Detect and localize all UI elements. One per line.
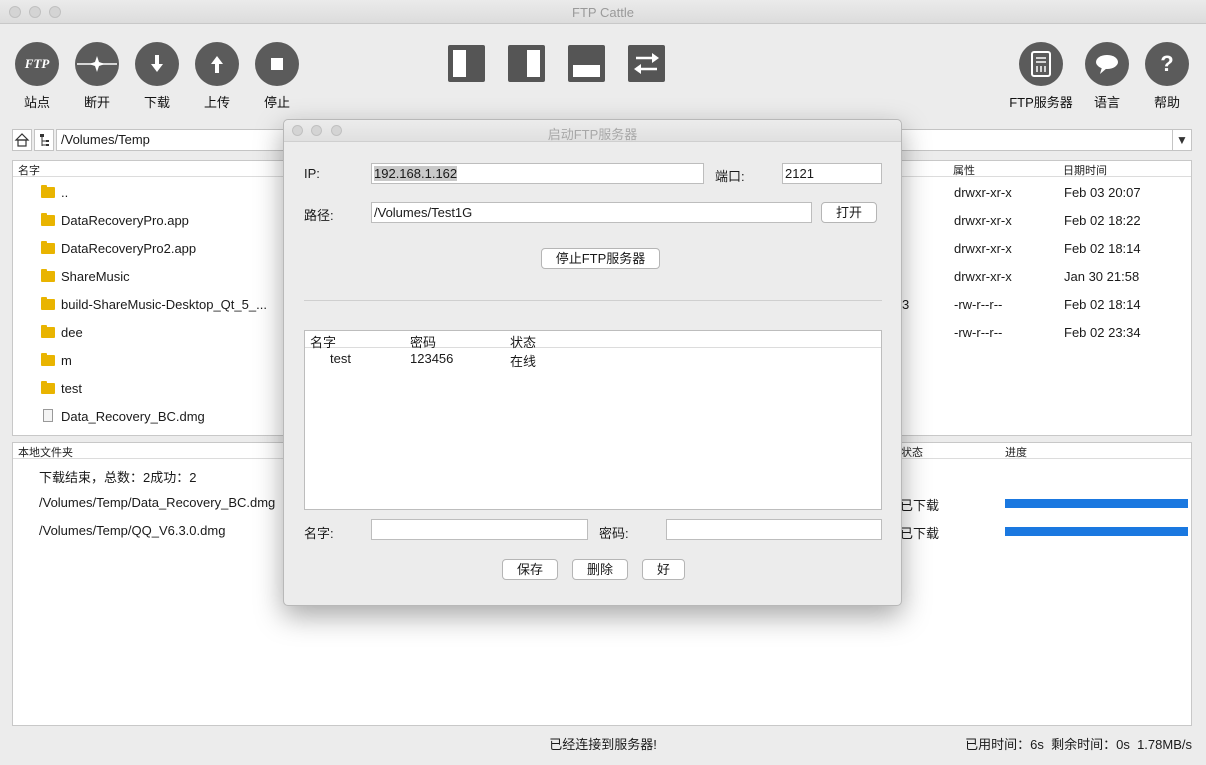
user-password: 123456 (410, 351, 454, 366)
user-row[interactable]: test 123456 在线 (305, 349, 881, 369)
window-title: FTP Cattle (572, 5, 634, 20)
users-table-header: 名字 密码 状态 (305, 331, 881, 350)
file-attr: drwxr-xr-x (954, 213, 1012, 228)
ftp-server-dialog: 启动FTP服务器 IP: 192.168.1.162 端口: 2121 路径: … (283, 119, 902, 606)
delete-button[interactable]: 删除 (572, 559, 628, 580)
transfer-status: 已下载 (900, 498, 940, 513)
file-attr: drwxr-xr-x (954, 185, 1012, 200)
layout-right-panel-icon[interactable] (508, 45, 545, 82)
file-date: Jan 30 21:58 (1064, 269, 1140, 284)
user-password-field[interactable] (666, 519, 882, 540)
title-bar: FTP Cattle (0, 0, 1206, 24)
file-date: Feb 02 18:22 (1064, 213, 1141, 228)
open-button[interactable]: 打开 (821, 202, 877, 223)
dialog-title-bar: 启动FTP服务器 (284, 120, 901, 142)
file-name: .. (61, 185, 69, 200)
help-label: 帮助 (1153, 95, 1180, 110)
stop-ftp-server-button[interactable]: 停止FTP服务器 (541, 248, 660, 269)
transfer-summary: 下载结束，总数：2成功：2 (39, 470, 197, 485)
user-name: test (330, 351, 351, 366)
path-label: 路径: (304, 208, 334, 223)
port-field[interactable]: 2121 (782, 163, 882, 184)
ftp-site-icon: FTP (15, 42, 59, 86)
ftp-server-button[interactable]: FTP服务器 (1009, 42, 1073, 110)
ip-value: 192.168.1.162 (374, 166, 458, 181)
ok-button[interactable]: 好 (642, 559, 685, 580)
file-date: Feb 03 20:07 (1064, 185, 1141, 200)
port-label: 端口: (715, 169, 745, 184)
disk-image-file-icon (43, 409, 53, 422)
home-icon[interactable] (12, 129, 32, 151)
save-button[interactable]: 保存 (502, 559, 558, 580)
divider (304, 300, 882, 301)
arrow-up-icon (195, 42, 239, 86)
users-table: 名字 密码 状态 test 123456 在线 (304, 330, 882, 510)
file-name: DataRecoveryPro2.app (61, 241, 197, 256)
folder-icon (41, 185, 55, 198)
swap-arrows-icon[interactable] (628, 45, 665, 82)
arrow-down-icon (135, 42, 179, 86)
layout-left-panel-icon[interactable] (448, 45, 485, 82)
file-attr: drwxr-xr-x (954, 241, 1012, 256)
disconnect-button[interactable]: 断开 (74, 42, 120, 110)
download-button[interactable]: 下载 (134, 42, 180, 110)
server-icon (1019, 42, 1063, 86)
stop-button[interactable]: 停止 (254, 42, 300, 110)
ip-field[interactable]: 192.168.1.162 (371, 163, 704, 184)
file-attr: drwxr-xr-x (954, 269, 1012, 284)
stop-label: 停止 (263, 95, 290, 110)
header-name[interactable]: 名字 (18, 162, 40, 178)
file-attr: -rw-r--r-- (954, 325, 1003, 340)
folder-icon (41, 213, 55, 226)
file-name: Data_Recovery_BC.dmg (61, 409, 205, 424)
password-label: 密码: (599, 526, 629, 541)
folder-icon (41, 381, 55, 394)
file-name: ShareMusic (61, 269, 130, 284)
header-local-folder[interactable]: 本地文件夹 (18, 444, 73, 460)
ip-label: IP: (304, 166, 320, 181)
file-attr: -rw-r--r-- (954, 297, 1003, 312)
user-status: 在线 (510, 354, 537, 369)
folder-icon (41, 297, 55, 310)
file-name: m (61, 353, 72, 368)
file-date: Feb 02 18:14 (1064, 241, 1141, 256)
folder-icon (41, 325, 55, 338)
language-button[interactable]: 语言 (1084, 42, 1130, 110)
header-datetime[interactable]: 日期时间 (1063, 162, 1107, 178)
layout-bottom-panel-icon[interactable] (568, 45, 605, 82)
speech-bubble-icon (1085, 42, 1129, 86)
progress-bar (1005, 527, 1188, 536)
disconnect-icon (75, 42, 119, 86)
user-name-field[interactable] (371, 519, 588, 540)
help-button[interactable]: ? 帮助 (1144, 42, 1190, 110)
stop-icon (255, 42, 299, 86)
file-name: build-ShareMusic-Desktop_Qt_5_... (61, 297, 267, 312)
file-name: dee (61, 325, 83, 340)
transfer-path: /Volumes/Temp/QQ_V6.3.0.dmg (39, 523, 226, 538)
tree-icon[interactable] (34, 129, 54, 151)
file-date: Feb 02 18:14 (1064, 297, 1141, 312)
dialog-title: 启动FTP服务器 (547, 127, 638, 142)
name-label: 名字: (304, 526, 334, 541)
site-button[interactable]: FTP 站点 (14, 42, 60, 110)
path-dropdown-arrow-icon[interactable]: ▼ (1172, 129, 1192, 151)
transfer-path: /Volumes/Temp/Data_Recovery_BC.dmg (39, 495, 276, 510)
question-mark-icon: ? (1145, 42, 1189, 86)
file-name: DataRecoveryPro.app (61, 213, 189, 228)
file-name: test (61, 381, 82, 396)
upload-button[interactable]: 上传 (194, 42, 240, 110)
server-path-field[interactable]: /Volumes/Test1G (371, 202, 812, 223)
folder-icon (41, 353, 55, 366)
header-progress[interactable]: 进度 (1005, 444, 1027, 460)
transfer-status: 已下载 (900, 526, 940, 541)
folder-icon (41, 269, 55, 282)
progress-bar (1005, 499, 1188, 508)
header-attr[interactable]: 属性 (953, 162, 975, 178)
folder-icon (41, 241, 55, 254)
header-status[interactable]: 状态 (901, 444, 923, 460)
file-size-partial: 3 (902, 297, 910, 312)
file-date: Feb 02 23:34 (1064, 325, 1141, 340)
transfer-stats: 已用时间：6s 剩余时间：0s 1.78MB/s (965, 737, 1192, 752)
